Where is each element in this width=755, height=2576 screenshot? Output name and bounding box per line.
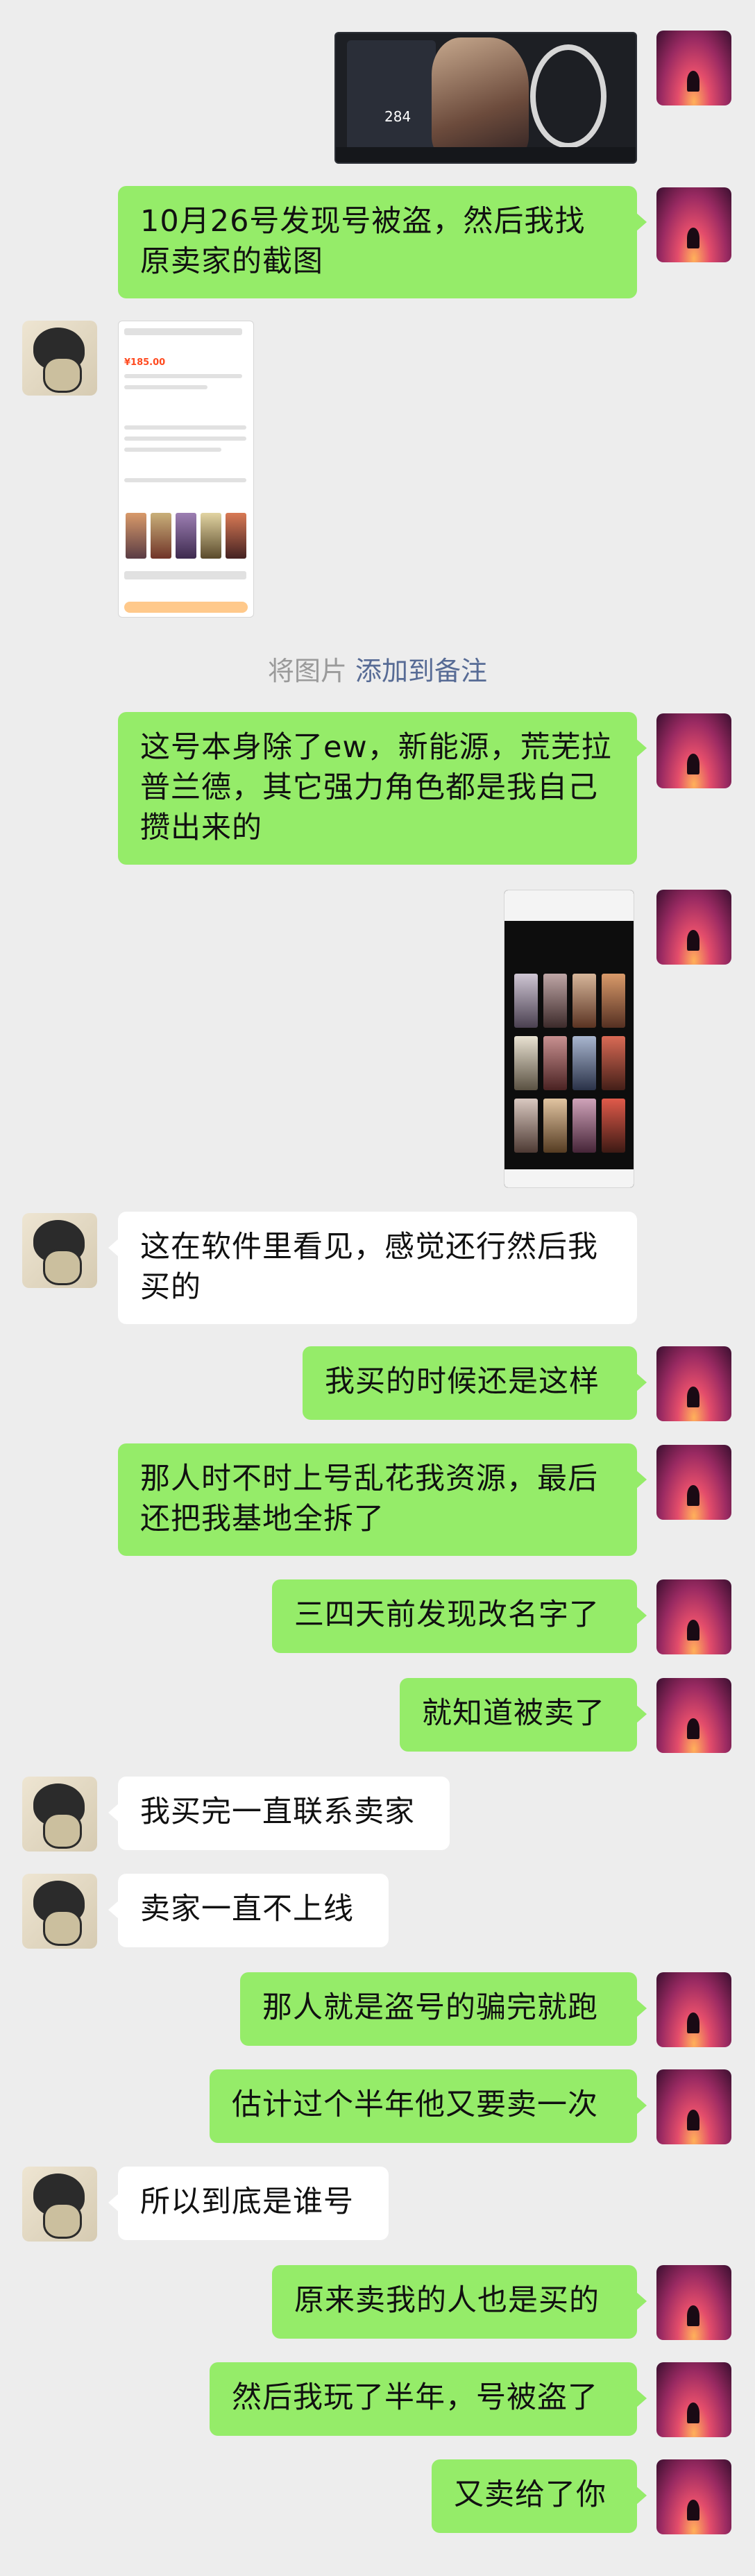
my-avatar[interactable] bbox=[656, 2362, 731, 2437]
system-note: 将图片 添加到备注 bbox=[0, 650, 755, 688]
contact-avatar[interactable] bbox=[22, 321, 97, 396]
add-to-remarks-link[interactable]: 添加到备注 bbox=[355, 656, 487, 686]
my-avatar[interactable] bbox=[656, 1445, 731, 1520]
image-detail bbox=[124, 448, 221, 452]
image-detail bbox=[514, 1036, 538, 1090]
message-bubble[interactable]: 卖家一直不上线 bbox=[108, 1874, 389, 1947]
image-detail bbox=[124, 478, 246, 482]
system-note-text: 将图片 bbox=[267, 656, 347, 686]
image-detail bbox=[602, 974, 625, 1028]
image-text: 284 bbox=[384, 108, 412, 125]
message-bubble[interactable]: 估计过个半年他又要卖一次 bbox=[210, 2069, 647, 2143]
image-detail bbox=[543, 1099, 567, 1153]
image-detail bbox=[432, 37, 529, 161]
my-avatar[interactable] bbox=[656, 2265, 731, 2340]
image-detail bbox=[124, 328, 242, 335]
contact-avatar[interactable] bbox=[22, 1874, 97, 1949]
image-detail bbox=[124, 385, 207, 389]
image-detail bbox=[530, 44, 606, 149]
my-avatar[interactable] bbox=[656, 1579, 731, 1654]
image-detail bbox=[124, 571, 246, 579]
marketplace-screenshot-image[interactable]: ¥185.00 bbox=[118, 321, 254, 618]
image-detail bbox=[201, 513, 221, 559]
image-detail bbox=[504, 890, 634, 921]
contact-avatar[interactable] bbox=[22, 1213, 97, 1288]
my-avatar[interactable] bbox=[656, 2459, 731, 2534]
my-avatar[interactable] bbox=[656, 713, 731, 788]
my-avatar[interactable] bbox=[656, 890, 731, 965]
image-detail bbox=[514, 974, 538, 1028]
message-bubble[interactable]: 三四天前发现改名字了 bbox=[272, 1579, 647, 1653]
image-detail bbox=[151, 513, 171, 559]
image-detail bbox=[543, 1036, 567, 1090]
image-text: ¥185.00 bbox=[124, 357, 166, 368]
message-bubble[interactable]: 那人时不时上号乱花我资源，最后还把我基地全拆了 bbox=[118, 1443, 647, 1556]
my-avatar[interactable] bbox=[656, 2069, 731, 2144]
image-detail bbox=[572, 1036, 596, 1090]
character-list-screenshot-image[interactable] bbox=[504, 890, 634, 1188]
message-bubble[interactable]: 我买完一直联系卖家 bbox=[108, 1777, 450, 1850]
image-detail bbox=[347, 40, 436, 151]
my-avatar[interactable] bbox=[656, 1346, 731, 1421]
my-avatar[interactable] bbox=[656, 1972, 731, 2047]
image-detail bbox=[226, 513, 246, 559]
message-bubble[interactable]: 这号本身除了ew，新能源，荒芜拉普兰德，其它强力角色都是我自己攒出来的 bbox=[118, 712, 647, 865]
image-detail bbox=[543, 974, 567, 1028]
image-detail bbox=[572, 1099, 596, 1153]
image-detail bbox=[572, 974, 596, 1028]
my-avatar[interactable] bbox=[656, 187, 731, 262]
image-detail bbox=[124, 602, 248, 613]
image-detail bbox=[504, 1169, 634, 1187]
my-avatar[interactable] bbox=[656, 31, 731, 105]
image-detail bbox=[176, 513, 196, 559]
message-bubble[interactable]: 这在软件里看见，感觉还行然后我买的 bbox=[108, 1212, 637, 1324]
image-detail bbox=[602, 1099, 625, 1153]
message-bubble[interactable]: 又卖给了你 bbox=[432, 2459, 647, 2533]
image-detail bbox=[124, 374, 242, 378]
my-avatar[interactable] bbox=[656, 1678, 731, 1753]
image-detail bbox=[602, 1036, 625, 1090]
message-bubble[interactable]: 就知道被卖了 bbox=[400, 1678, 647, 1752]
game-screenshot-image[interactable]: 284 bbox=[334, 32, 637, 164]
message-bubble[interactable]: 所以到底是谁号 bbox=[108, 2167, 389, 2240]
image-detail bbox=[124, 425, 246, 430]
message-bubble[interactable]: 那人就是盗号的骗完就跑 bbox=[240, 1972, 647, 2046]
contact-avatar[interactable] bbox=[22, 1777, 97, 1852]
image-detail bbox=[336, 147, 636, 162]
message-bubble[interactable]: 原来卖我的人也是买的 bbox=[272, 2265, 647, 2339]
message-bubble[interactable]: 然后我玩了半年，号被盗了 bbox=[210, 2362, 647, 2436]
contact-avatar[interactable] bbox=[22, 2167, 97, 2242]
image-detail bbox=[124, 437, 246, 441]
image-detail bbox=[514, 1099, 538, 1153]
message-bubble[interactable]: 10月26号发现号被盗，然后我找原卖家的截图 bbox=[118, 186, 647, 298]
image-detail bbox=[126, 513, 146, 559]
message-bubble[interactable]: 我买的时候还是这样 bbox=[303, 1346, 647, 1420]
